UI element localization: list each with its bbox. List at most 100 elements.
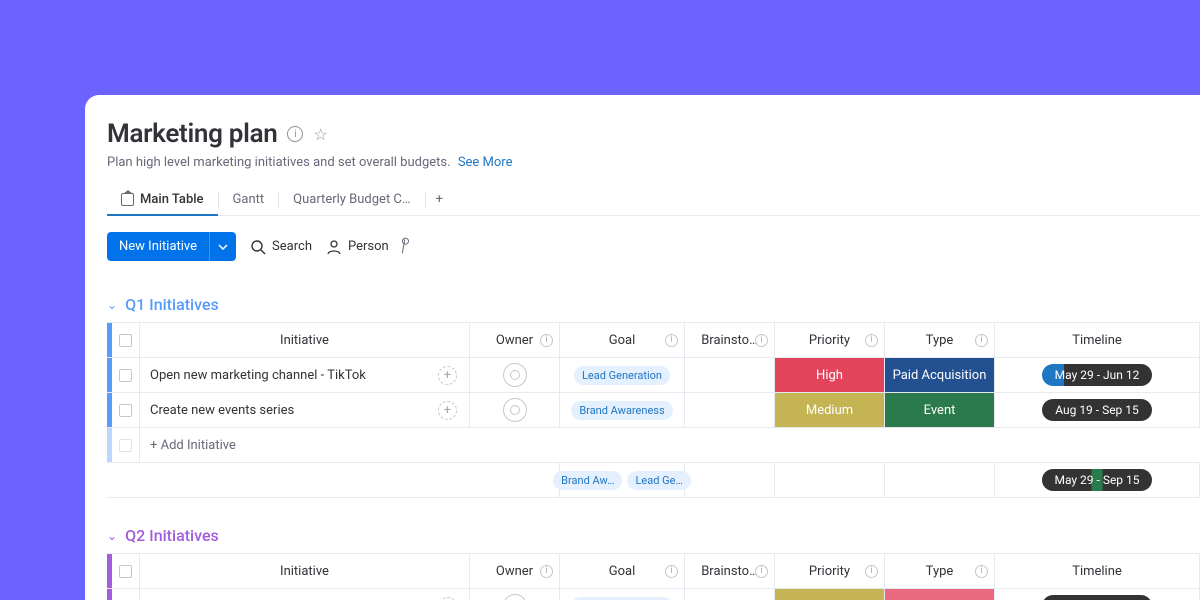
search-button[interactable]: Search [250,239,312,255]
timeline-pill: May 29 - Jun 12 [1042,364,1152,386]
info-icon[interactable]: i [540,565,553,578]
info-icon[interactable]: i [287,126,303,142]
person-filter-button[interactable]: Person [326,239,389,255]
add-subitem-icon[interactable]: + [438,366,457,385]
info-icon[interactable]: i [665,565,678,578]
col-priority[interactable]: Priorityi [775,554,885,588]
info-icon[interactable]: i [975,334,988,347]
cell-brainstorm[interactable] [685,358,775,392]
info-icon[interactable]: i [865,334,878,347]
table-row[interactable]: Create new events series + Brand Awarene… [107,393,1200,428]
info-icon[interactable]: i [665,334,678,347]
cell-owner[interactable] [470,393,560,427]
cell-timeline[interactable]: May 29 - Jun 12 [995,358,1200,392]
subtitle-text: Plan high level marketing initiatives an… [107,155,451,170]
see-more-link[interactable]: See More [458,155,513,170]
search-label: Search [272,239,312,254]
col-timeline[interactable]: Timeline [995,554,1200,588]
app-window: Marketing plan i ☆ Plan high level marke… [85,95,1200,600]
cell-priority[interactable]: High [775,358,885,392]
cell-goal[interactable]: Brand Awareness [560,393,685,427]
timeline-pill: Aug 19 - Sep 15 [1042,399,1152,421]
col-type[interactable]: Typei [885,323,995,357]
tab-gantt[interactable]: Gantt [219,184,279,215]
table-row[interactable]: Open new marketing channel - TikTok + Le… [107,358,1200,393]
chevron-down-icon: ⌄ [107,298,117,312]
group-table: Initiative Owneri Goali Brainsto…i Prior… [107,322,1200,498]
group-table: Initiative Owneri Goali Brainsto…i Prior… [107,553,1200,600]
col-goal[interactable]: Goali [560,554,685,588]
info-icon[interactable]: i [975,565,988,578]
info-icon[interactable]: i [865,565,878,578]
row-checkbox[interactable] [112,358,140,392]
cell-goal[interactable]: Lead Generation [560,358,685,392]
row-checkbox[interactable] [112,428,140,462]
cell-brainstorm[interactable] [685,393,775,427]
cell-initiative[interactable]: New Product launch + [140,589,470,600]
summary-goal: Brand Aw… Lead Ge… [560,463,685,497]
table-row[interactable]: New Product launch + Brand Awareness Med… [107,589,1200,600]
group-title: Q1 Initiatives [125,295,219,314]
add-subitem-icon[interactable]: + [438,401,457,420]
cell-type[interactable]: Paid Acquisition [885,358,995,392]
add-row[interactable]: + Add Initiative [107,428,1200,463]
initiative-name: Create new events series [150,403,438,418]
cell-brainstorm[interactable] [685,589,775,600]
col-priority[interactable]: Priorityi [775,323,885,357]
add-subitem-icon[interactable]: + [438,597,457,600]
tab-main-table[interactable]: Main Table [107,184,218,215]
cell-priority[interactable]: Medium [775,589,885,600]
button-label: New Initiative [107,232,209,261]
person-placeholder-icon [503,398,527,422]
person-icon [326,239,342,255]
cell-timeline[interactable]: Aug 19 - Sep 15 [995,393,1200,427]
col-goal[interactable]: Goali [560,323,685,357]
row-checkbox[interactable] [112,589,140,600]
favorite-icon[interactable]: ☆ [313,125,327,144]
cell-initiative[interactable]: Create new events series + [140,393,470,427]
cell-priority[interactable]: Medium [775,393,885,427]
cell-goal[interactable]: Brand Awareness [560,589,685,600]
select-all-checkbox[interactable] [112,554,140,588]
col-brainstorm[interactable]: Brainsto…i [685,323,775,357]
type-badge: Paid Acquisition [885,358,994,392]
group-header[interactable]: ⌄ Q2 Initiatives [107,526,1200,545]
add-tab-button[interactable]: + [426,184,453,215]
cell-owner[interactable] [470,358,560,392]
col-owner[interactable]: Owneri [470,323,560,357]
chevron-down-icon[interactable] [209,232,236,261]
tab-label: Gantt [233,192,265,207]
tab-budget[interactable]: Quarterly Budget C… [279,184,424,215]
summary-timeline: May 29 - Sep 15 [995,463,1200,497]
cell-initiative[interactable]: Open new marketing channel - TikTok + [140,358,470,392]
timeline-pill: May 29 - Sep 15 [1042,469,1152,491]
group-header[interactable]: ⌄ Q1 Initiatives [107,295,1200,314]
filter-button[interactable] [403,240,411,254]
summary-row: Brand Aw… Lead Ge… May 29 - Sep 15 [107,463,1200,498]
col-initiative[interactable]: Initiative [140,554,470,588]
col-owner[interactable]: Owneri [470,554,560,588]
new-initiative-button[interactable]: New Initiative [107,232,236,261]
col-brainstorm[interactable]: Brainsto…i [685,554,775,588]
home-icon [121,193,134,206]
info-icon[interactable]: i [540,334,553,347]
cell-timeline[interactable]: Jul 17 - Aug 15 [995,589,1200,600]
cell-type[interactable]: Social Media [885,589,995,600]
goal-pill: Lead Ge… [627,471,690,490]
cell-owner[interactable] [470,589,560,600]
col-timeline[interactable]: Timeline [995,323,1200,357]
person-label: Person [348,239,389,254]
col-initiative[interactable]: Initiative [140,323,470,357]
group-q1: ⌄ Q1 Initiatives Initiative Owneri Goali… [107,295,1200,498]
info-icon[interactable]: i [755,334,768,347]
search-icon [250,239,266,255]
info-icon[interactable]: i [755,565,768,578]
summary-priority [775,463,885,497]
type-badge: Event [885,393,994,427]
timeline-pill: Jul 17 - Aug 15 [1042,595,1152,600]
row-checkbox[interactable] [112,393,140,427]
cell-type[interactable]: Event [885,393,995,427]
select-all-checkbox[interactable] [112,323,140,357]
add-initiative-label: + Add Initiative [140,428,1200,462]
col-type[interactable]: Typei [885,554,995,588]
